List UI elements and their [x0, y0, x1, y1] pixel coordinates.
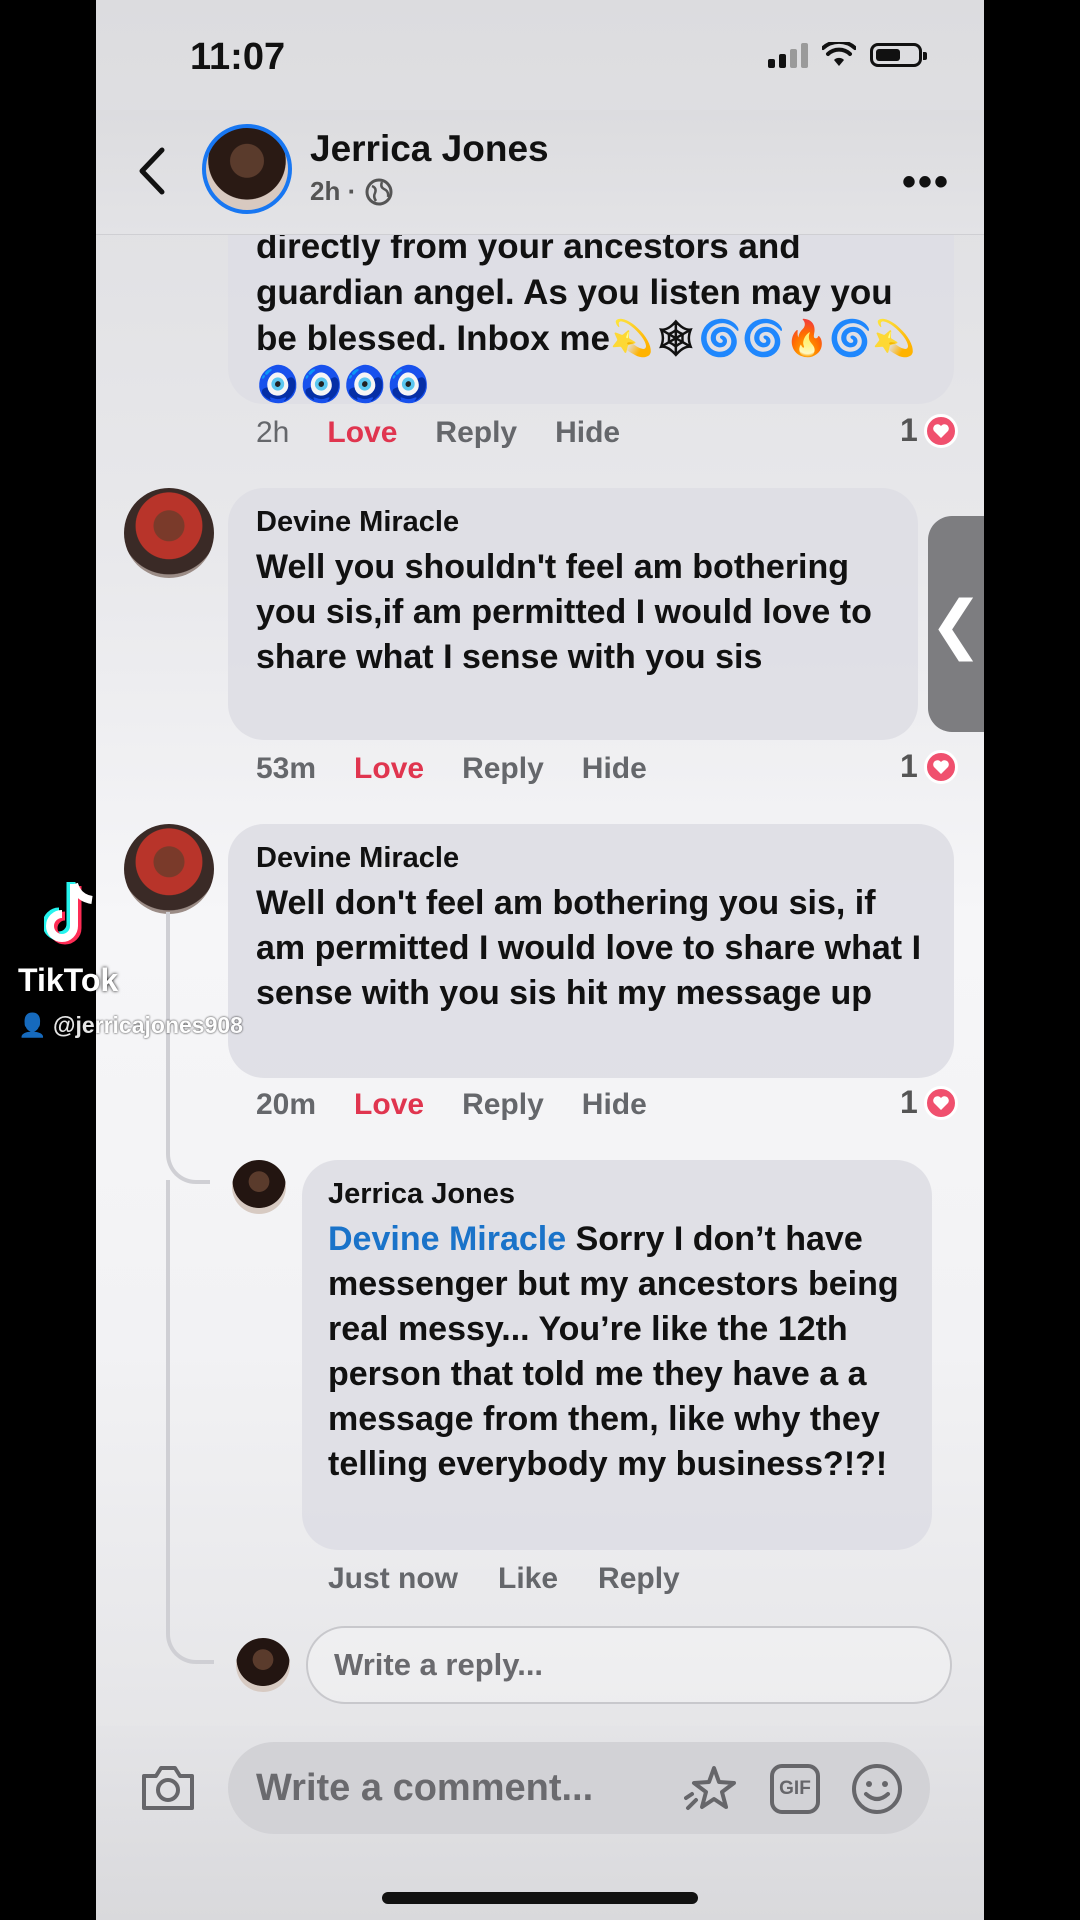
signal-icon — [768, 42, 808, 68]
status-time: 11:07 — [190, 36, 286, 78]
side-panel-handle[interactable]: ❮ — [928, 516, 984, 732]
avatar[interactable] — [202, 124, 292, 214]
mention-link[interactable]: Devine Miracle — [328, 1220, 566, 1258]
comment-placeholder: Write a comment... — [256, 1766, 594, 1809]
post-header: Jerrica Jones 2h · ••• — [96, 110, 984, 235]
love-button[interactable]: Love — [354, 1088, 424, 1122]
post-meta: 2h · — [310, 176, 394, 207]
love-button[interactable]: Love — [327, 416, 397, 450]
comment-actions: 2h Love Reply Hide — [256, 416, 620, 450]
wifi-icon — [822, 42, 856, 66]
reply-bubble: Jerrica Jones Devine Miracle Sorry I don… — [302, 1160, 932, 1550]
reply-button[interactable]: Reply — [462, 1088, 544, 1122]
comment-bubble: Devine Miracle Well don't feel am bother… — [228, 824, 954, 1078]
reply-author[interactable]: Jerrica Jones — [328, 1178, 906, 1211]
reply-button[interactable]: Reply — [435, 416, 517, 450]
tiktok-wordmark: TikTok — [18, 962, 119, 998]
hide-button[interactable]: Hide — [555, 416, 620, 450]
heart-icon — [923, 749, 958, 784]
tiktok-handle: 👤 @jerricajones908 — [18, 1012, 243, 1039]
avatar — [236, 1638, 290, 1692]
love-button[interactable]: Love — [354, 752, 424, 786]
comment-author[interactable]: Devine Miracle — [256, 506, 890, 539]
comment-actions: 53m Love Reply Hide — [256, 752, 647, 786]
gif-icon[interactable]: GIF — [770, 1764, 820, 1814]
status-icons — [768, 42, 927, 68]
more-icon[interactable]: ••• — [902, 160, 950, 205]
user-icon: 👤 — [18, 1012, 47, 1038]
reply-actions: Just now Like Reply — [328, 1562, 680, 1596]
thread-connector — [166, 912, 210, 1184]
comment-input[interactable]: Write a comment... — [228, 1742, 930, 1834]
comment-time: 20m — [256, 1088, 317, 1121]
reaction-count[interactable]: 1 — [900, 748, 958, 785]
poster-name[interactable]: Jerrica Jones — [310, 128, 549, 170]
comment-actions: 20m Love Reply Hide — [256, 1088, 647, 1122]
tiktok-logo-icon — [44, 882, 93, 945]
avatar[interactable] — [232, 1160, 286, 1214]
reply-button[interactable]: Reply — [462, 752, 544, 786]
comment-bubble: Devine Miracle Well you shouldn't feel a… — [228, 488, 918, 740]
avatar[interactable] — [124, 824, 214, 914]
globe-icon — [365, 178, 393, 205]
reaction-number: 1 — [900, 1084, 918, 1120]
reaction-count[interactable]: 1 — [900, 412, 958, 449]
reply-text: Devine Miracle Sorry I don’t have messen… — [328, 1217, 906, 1487]
heart-icon — [923, 413, 958, 448]
hide-button[interactable]: Hide — [582, 752, 647, 786]
reply-time: Just now — [328, 1562, 459, 1595]
comment-text: Well you shouldn't feel am bothering you… — [256, 548, 872, 676]
post-time: 2h · — [310, 176, 357, 206]
smile-icon[interactable] — [850, 1762, 904, 1816]
hide-button[interactable]: Hide — [582, 1088, 647, 1122]
comment-time: 53m — [256, 752, 317, 785]
comment-text: Well don't feel am bothering you sis, if… — [256, 884, 922, 1012]
home-indicator[interactable] — [382, 1892, 698, 1904]
reply-input[interactable]: Write a reply... — [306, 1626, 952, 1704]
reaction-number: 1 — [900, 412, 918, 448]
reply-button[interactable]: Reply — [598, 1562, 680, 1596]
sticker-icon[interactable] — [684, 1764, 740, 1816]
reaction-count[interactable]: 1 — [900, 1084, 958, 1121]
comment-time: 2h — [256, 416, 290, 449]
comment-bar: Write a comment... GIF — [96, 1726, 984, 1920]
like-button[interactable]: Like — [498, 1562, 558, 1596]
comment-text: directly from your ancestors and guardia… — [256, 227, 916, 404]
comment-author[interactable]: Devine Miracle — [256, 842, 926, 875]
back-icon[interactable] — [132, 146, 172, 196]
camera-icon[interactable] — [140, 1762, 196, 1812]
thread-connector — [166, 1180, 214, 1664]
avatar[interactable] — [124, 488, 214, 578]
reply-body: Sorry I don’t have messenger but my ance… — [328, 1220, 899, 1483]
tiktok-handle-text: @jerricajones908 — [53, 1012, 243, 1038]
phone-screen: 11:07 Jerrica Jones 2h · ••• directly fr… — [96, 0, 984, 1920]
reaction-number: 1 — [900, 748, 918, 784]
heart-icon — [923, 1085, 958, 1120]
battery-icon — [870, 43, 927, 67]
